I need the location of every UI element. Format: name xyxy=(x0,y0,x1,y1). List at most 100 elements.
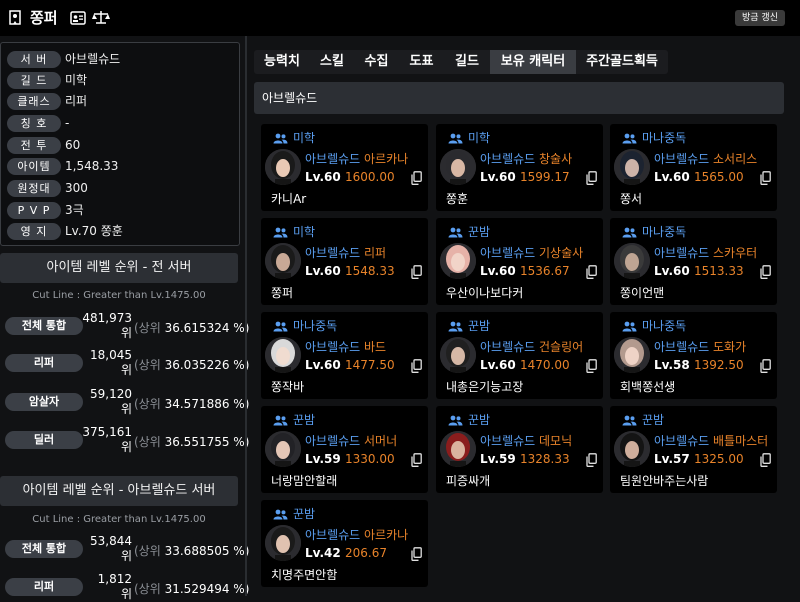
card-level: Lv.60 xyxy=(480,170,516,184)
card-item-level: 1470.00 xyxy=(520,358,570,372)
character-card[interactable]: 꾼밤 아브렐슈드 건슬링어 Lv.60 1470.00 내총은기능고장 xyxy=(436,312,603,399)
copy-icon[interactable] xyxy=(586,453,597,467)
character-card[interactable]: 미학 아브렐슈드 리퍼 Lv.60 1548.33 쫑퍼 xyxy=(261,218,428,305)
card-guild-name: 꾼밤 xyxy=(468,225,491,239)
rank-number: 375,161 위 xyxy=(82,425,132,454)
card-level: Lv.59 xyxy=(305,452,341,466)
character-card[interactable]: 꾼밤 아브렐슈드 기상술사 Lv.60 1536.67 우산이나보다커 xyxy=(436,218,603,305)
id-card-icon[interactable] xyxy=(70,11,86,25)
character-card[interactable]: 꾼밤 아브렐슈드 아르카나 Lv.42 206.67 치명주면안함 xyxy=(261,500,428,587)
card-guild-name: 마나중독 xyxy=(642,319,687,333)
character-card[interactable]: 마나중독 아브렐슈드 바드 Lv.60 1477.50 쫑작바 xyxy=(261,312,428,399)
copy-icon[interactable] xyxy=(760,453,771,467)
card-guild: 미학 xyxy=(448,129,490,146)
tab-stats[interactable]: 능력치 xyxy=(254,50,310,74)
tab-charts[interactable]: 도표 xyxy=(399,50,444,74)
rank-label: 딜러 xyxy=(5,431,83,449)
card-guild: 꾼밤 xyxy=(622,411,664,428)
card-class: 창술사 xyxy=(539,152,573,166)
character-card[interactable]: 마나중독 아브렐슈드 도화가 Lv.58 1392.50 회백쫑선생 xyxy=(610,312,777,399)
copy-icon[interactable] xyxy=(411,265,422,279)
rank-all-header: 아이템 레벨 순위 - 전 서버 xyxy=(0,253,238,283)
refresh-button[interactable]: 방금 갱신 xyxy=(735,10,785,26)
character-avatar xyxy=(440,337,476,373)
card-class: 아르카나 xyxy=(364,152,409,166)
character-name-title: 쫑퍼 xyxy=(30,9,58,27)
card-guild: 꾼밤 xyxy=(273,505,315,522)
card-server: 아브렐슈드 xyxy=(480,340,536,354)
copy-icon[interactable] xyxy=(586,359,597,373)
guild-members-icon xyxy=(273,133,288,144)
rank-server-header: 아이템 레벨 순위 - 아브렐슈드 서버 xyxy=(0,476,238,506)
character-avatar xyxy=(614,431,650,467)
character-avatar xyxy=(440,149,476,185)
character-card[interactable]: 마나중독 아브렐슈드 스카우터 Lv.60 1513.33 쫑이언맨 xyxy=(610,218,777,305)
card-item-level: 1477.50 xyxy=(345,358,395,372)
card-guild-name: 미학 xyxy=(293,225,316,239)
card-level: Lv.60 xyxy=(305,170,341,184)
card-level: Lv.60 xyxy=(654,264,690,278)
card-level: Lv.60 xyxy=(480,358,516,372)
copy-icon[interactable] xyxy=(760,265,771,279)
copy-icon[interactable] xyxy=(411,171,422,185)
card-item-level: 1600.00 xyxy=(345,170,395,184)
card-server: 아브렐슈드 xyxy=(305,434,361,448)
character-card[interactable]: 마나중독 아브렐슈드 소서리스 Lv.60 1565.00 쫑서 xyxy=(610,124,777,211)
character-avatar xyxy=(265,525,301,561)
rank-row: 딜러 375,161 위 (상위 36.551755 %) xyxy=(0,425,249,455)
card-character-name: 너랑맘안할래 xyxy=(271,474,338,488)
card-class: 기상술사 xyxy=(539,246,584,260)
guild-members-icon xyxy=(273,227,288,238)
card-class: 도화가 xyxy=(713,340,747,354)
tab-owned-characters[interactable]: 보유 캐릭터 xyxy=(490,50,576,74)
copy-icon[interactable] xyxy=(411,547,422,561)
copy-icon[interactable] xyxy=(760,171,771,185)
card-server: 아브렐슈드 xyxy=(654,340,710,354)
card-class: 리퍼 xyxy=(364,246,387,260)
card-item-level: 1513.33 xyxy=(694,264,744,278)
guild-members-icon xyxy=(448,227,463,238)
card-item-level: 1330.00 xyxy=(345,452,395,466)
card-guild: 미학 xyxy=(273,223,315,240)
card-guild: 마나중독 xyxy=(273,317,337,334)
copy-icon[interactable] xyxy=(586,171,597,185)
tab-guild[interactable]: 길드 xyxy=(444,50,490,74)
card-character-name: 쫑퍼 xyxy=(271,286,294,300)
card-guild: 마나중독 xyxy=(622,317,686,334)
tab-collection[interactable]: 수집 xyxy=(354,50,399,74)
guild-members-icon xyxy=(622,133,637,144)
guild-members-icon xyxy=(448,415,463,426)
copy-icon[interactable] xyxy=(411,453,422,467)
character-card[interactable]: 꾼밤 아브렐슈드 데모닉 Lv.59 1328.33 피증싸개 xyxy=(436,406,603,493)
card-class: 스카우터 xyxy=(713,246,758,260)
bookmark-icon xyxy=(9,10,21,25)
top-bar: 쫑퍼 방금 갱신 xyxy=(0,0,800,36)
copy-icon[interactable] xyxy=(411,359,422,373)
card-character-name: 쫑서 xyxy=(620,192,643,206)
card-character-name: 쫑이언맨 xyxy=(620,286,665,300)
tab-skills[interactable]: 스킬 xyxy=(310,50,354,74)
rank-percent: (상위 36.551755 %) xyxy=(134,435,250,449)
rank-number: 59,120 위 xyxy=(90,387,132,416)
tab-weekly-gold[interactable]: 주간골드획득 xyxy=(576,50,668,74)
character-card[interactable]: 미학 아브렐슈드 창술사 Lv.60 1599.17 쫑훈 xyxy=(436,124,603,211)
rank-number: 18,045 위 xyxy=(90,348,132,377)
rank-percent: (상위 36.035226 %) xyxy=(134,358,250,372)
card-guild-name: 꾼밤 xyxy=(293,507,316,521)
character-avatar xyxy=(265,243,301,279)
card-item-level: 1536.67 xyxy=(520,264,570,278)
rank-row: 암살자 59,120 위 (상위 34.571886 %) xyxy=(0,387,249,417)
card-guild-name: 미학 xyxy=(293,131,316,145)
info-label: 칭 호 xyxy=(7,115,61,132)
scale-icon[interactable] xyxy=(92,10,110,25)
card-character-name: 회백쫑선생 xyxy=(620,380,676,394)
guild-members-icon xyxy=(622,415,637,426)
character-card[interactable]: 미학 아브렐슈드 아르카나 Lv.60 1600.00 카니Ar xyxy=(261,124,428,211)
character-card[interactable]: 꾼밤 아브렐슈드 서머너 Lv.59 1330.00 너랑맘안할래 xyxy=(261,406,428,493)
rank-label: 리퍼 xyxy=(5,354,83,372)
character-card[interactable]: 꾼밤 아브렐슈드 배틀마스터 Lv.57 1325.00 팀원안바주는사람 xyxy=(610,406,777,493)
copy-icon[interactable] xyxy=(586,265,597,279)
rank-number: 53,844 위 xyxy=(90,534,132,563)
card-character-name: 카니Ar xyxy=(271,192,307,206)
copy-icon[interactable] xyxy=(760,359,771,373)
